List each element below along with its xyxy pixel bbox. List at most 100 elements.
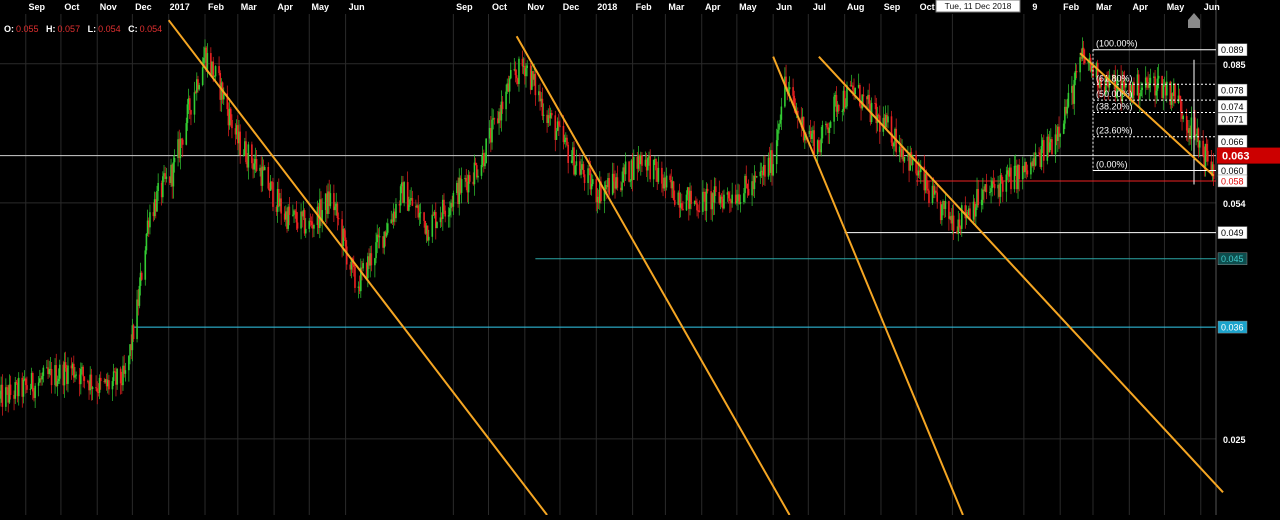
candle-body xyxy=(362,263,364,269)
high-label: H: xyxy=(46,24,56,34)
candle-body xyxy=(198,85,200,90)
candle-body xyxy=(272,182,274,207)
candle-body xyxy=(854,87,856,95)
candle-body xyxy=(587,168,589,184)
ohlc-readout: O: 0.055 H: 0.057 L: 0.054 C: 0.054 xyxy=(4,24,167,34)
candle-body xyxy=(1178,95,1181,99)
price-level-label: 0.058 xyxy=(1221,176,1244,186)
price-level-label: 0.060 xyxy=(1221,166,1244,176)
candle-body xyxy=(1205,143,1208,151)
candle-body xyxy=(746,183,749,189)
fib-level-label: (38.20%) xyxy=(1096,102,1133,112)
chart-canvas[interactable]: (100.00%) (61.80%) (50.00%) (38.20%) (23.60%… xyxy=(0,0,1280,516)
candle-body xyxy=(493,118,496,120)
candle-body xyxy=(563,139,566,143)
candle-body xyxy=(90,374,93,390)
candle-body xyxy=(575,161,578,166)
candle-body xyxy=(444,210,446,217)
x-tick-label: Dec xyxy=(563,2,580,12)
candle-body xyxy=(242,154,245,156)
candle-body xyxy=(702,191,704,212)
candle-body xyxy=(613,173,615,182)
candle-body xyxy=(423,212,425,221)
candle-body xyxy=(194,92,197,94)
candle-body xyxy=(927,188,929,191)
fib-level-label: (23.60%) xyxy=(1096,126,1133,136)
candle-body xyxy=(111,381,114,390)
price-level-label: 0.066 xyxy=(1221,137,1244,147)
candle-body xyxy=(706,188,709,192)
candle-body xyxy=(179,138,182,159)
x-tick-label: Apr xyxy=(1133,2,1149,12)
candle-body xyxy=(941,204,943,221)
candle-body xyxy=(681,203,683,209)
candle-body xyxy=(296,222,299,229)
candle-body xyxy=(845,106,847,108)
candle-body xyxy=(82,366,84,377)
candle-body xyxy=(661,167,663,184)
candle-body xyxy=(975,207,977,217)
candle-body xyxy=(559,125,561,127)
candle-body xyxy=(1149,77,1152,84)
candle-body xyxy=(696,203,698,211)
candle-body xyxy=(508,78,511,92)
candle-body xyxy=(893,143,895,147)
candle-body xyxy=(64,362,67,368)
price-level-label: 0.071 xyxy=(1221,114,1244,124)
candle-body xyxy=(1025,161,1028,171)
candle-body xyxy=(515,75,518,79)
x-tick-label: Feb xyxy=(208,2,225,12)
candle-body xyxy=(518,58,520,85)
candle-body xyxy=(395,203,397,219)
candle-body xyxy=(977,189,979,206)
candle-body xyxy=(144,250,147,280)
candle-body xyxy=(542,114,545,116)
candle-body xyxy=(980,199,983,206)
crosshair-date-tooltip: Tue, 11 Dec 2018 xyxy=(935,0,1021,13)
candle-body xyxy=(329,193,332,207)
price-chart[interactable]: (100.00%) (61.80%) (50.00%) (38.20%) (23.60%… xyxy=(0,0,1280,516)
candle-body xyxy=(218,66,220,74)
x-tick-label: Jun xyxy=(1204,2,1220,12)
candle-body xyxy=(29,388,32,390)
candle-body xyxy=(255,158,258,172)
fib-level-label: (100.00%) xyxy=(1096,39,1138,49)
candle-body xyxy=(1190,117,1193,140)
candle-body xyxy=(231,119,233,129)
candle-body xyxy=(714,186,717,193)
y-tick-label: 0.085 xyxy=(1223,60,1246,70)
candle-body xyxy=(408,204,410,211)
candle-body xyxy=(1165,81,1168,96)
candle-body xyxy=(162,176,164,198)
candle-body xyxy=(132,325,135,340)
candle-body xyxy=(958,219,961,228)
candle-body xyxy=(190,110,192,115)
candle-body xyxy=(868,94,871,104)
candle-body xyxy=(181,139,184,145)
candle-body xyxy=(116,368,118,385)
candle-body xyxy=(833,96,835,122)
candle-body xyxy=(431,214,434,237)
x-tick-label: Dec xyxy=(135,2,152,12)
candle-body xyxy=(657,167,660,182)
price-level-label: 0.049 xyxy=(1221,228,1244,238)
candle-body xyxy=(112,371,115,382)
candle-body xyxy=(0,394,1,399)
x-tick-label: 2018 xyxy=(597,2,617,12)
candle-body xyxy=(475,165,478,178)
candle-body xyxy=(1141,87,1143,90)
candle-body xyxy=(580,169,582,175)
candle-body xyxy=(583,174,586,184)
crosshair-date-label: Tue, 11 Dec 2018 xyxy=(945,1,1012,11)
candle-body xyxy=(525,68,527,77)
candle-body xyxy=(385,232,388,237)
candle-body xyxy=(514,69,517,76)
candle-body xyxy=(1040,145,1043,167)
candle-body xyxy=(418,213,421,218)
candle-body xyxy=(1010,167,1012,190)
x-tick-label: Sep xyxy=(29,2,46,12)
candle-body xyxy=(550,112,553,116)
candle-body xyxy=(1018,164,1020,180)
x-tick-label: 2017 xyxy=(170,2,190,12)
candle-body xyxy=(491,119,493,143)
